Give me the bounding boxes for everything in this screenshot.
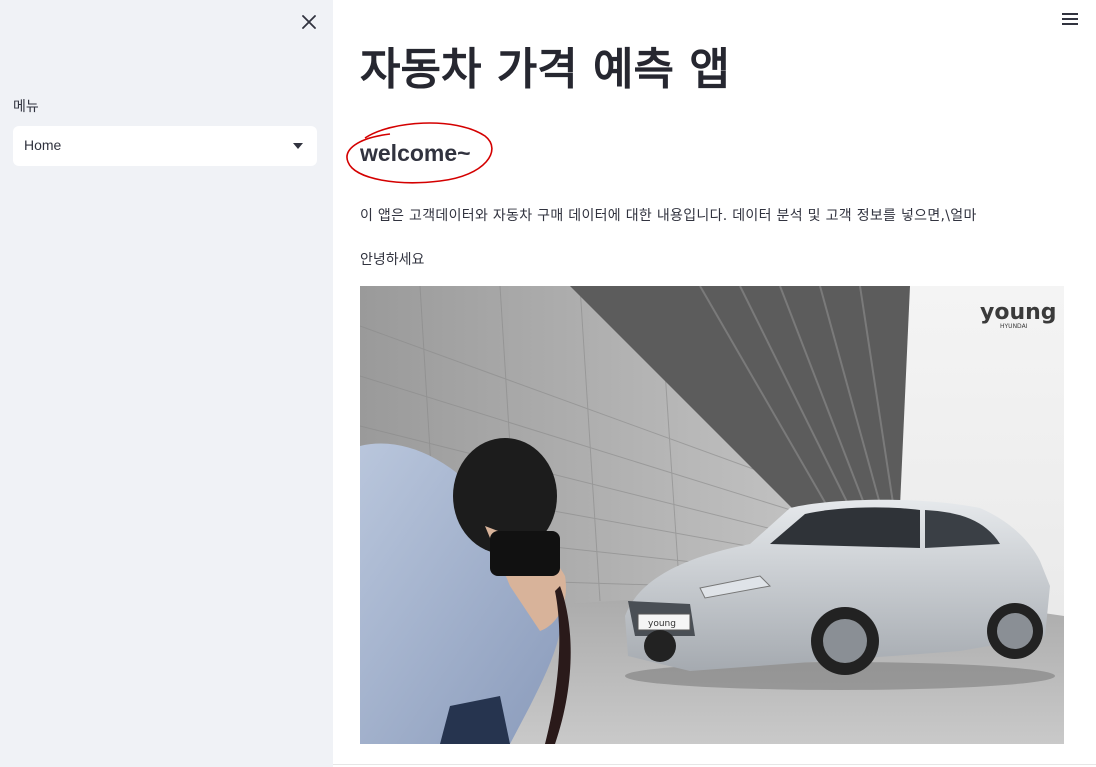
hero-car-photo: young HYUNDAI young (360, 286, 1064, 744)
hamburger-menu-icon (1062, 13, 1082, 25)
watermark-hyundai: HYUNDAI (1000, 323, 1028, 330)
main-menu-button[interactable] (1062, 13, 1082, 29)
page-title: 자동차 가격 예측 앱 (360, 44, 730, 95)
watermark-young: young (980, 300, 1057, 325)
chevron-down-icon (293, 143, 303, 149)
license-plate-text: young (648, 619, 676, 629)
menu-select-value: Home (24, 137, 62, 153)
welcome-heading: welcome~ (360, 140, 471, 166)
bottom-divider (333, 764, 1096, 765)
menu-select[interactable]: Home (13, 126, 317, 166)
close-icon (302, 15, 316, 29)
sidebar: 메뉴 Home (0, 0, 333, 767)
menu-select-label: 메뉴 (13, 99, 39, 115)
close-sidebar-button[interactable] (298, 11, 320, 33)
greeting-text: 안녕하세요 (360, 252, 425, 268)
app-description: 이 앱은 고객데이터와 자동차 구매 데이터에 대한 내용입니다. 데이터 분석… (360, 208, 977, 224)
welcome-section: welcome~ (345, 118, 497, 186)
